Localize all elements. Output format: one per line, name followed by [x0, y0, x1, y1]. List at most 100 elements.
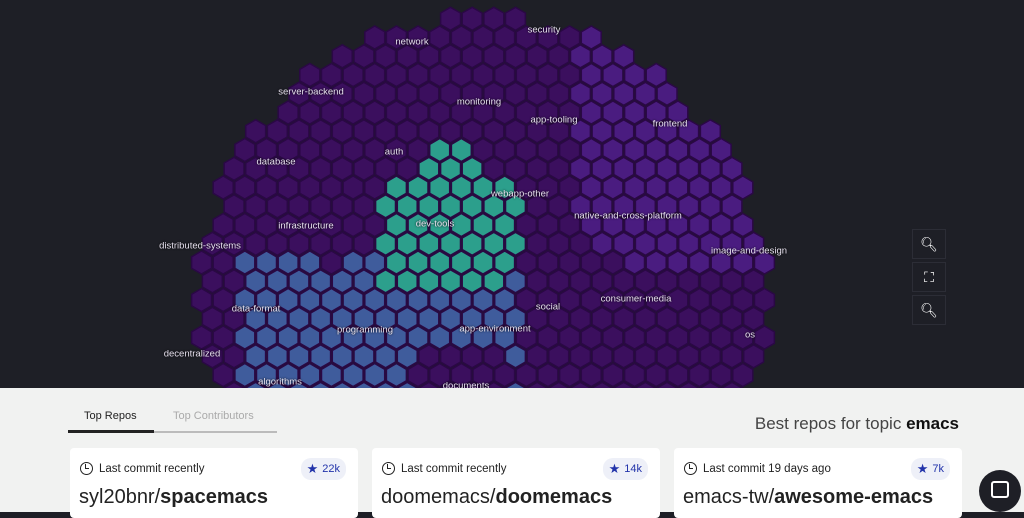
repo-hex[interactable]	[342, 250, 364, 275]
repo-hex[interactable]	[364, 100, 386, 125]
repo-hex[interactable]	[266, 193, 289, 219]
repo-hex[interactable]	[645, 325, 667, 350]
repo-hex[interactable]	[418, 43, 440, 69]
repo-hex[interactable]	[450, 287, 473, 313]
repo-hex[interactable]	[331, 231, 353, 257]
repo-hex[interactable]	[407, 362, 429, 388]
repo-hex[interactable]	[580, 62, 602, 88]
repo-hex[interactable]	[645, 175, 667, 200]
repo-hex[interactable]	[688, 212, 711, 238]
repo-hex[interactable]	[439, 156, 462, 182]
topic-label[interactable]: frontend	[653, 119, 688, 130]
repo-hex[interactable]	[580, 325, 602, 350]
repo-hex[interactable]	[526, 156, 548, 182]
repo-hex[interactable]	[483, 343, 505, 369]
repo-hex[interactable]	[299, 362, 321, 388]
repo-hex[interactable]	[255, 250, 278, 275]
repo-hex[interactable]	[710, 325, 732, 350]
repo-hex[interactable]	[602, 325, 624, 350]
repo-hex[interactable]	[699, 343, 722, 369]
repo-hex[interactable]	[742, 343, 765, 369]
topic-label[interactable]: algorithms	[258, 377, 302, 388]
repo-hex[interactable]	[407, 287, 429, 313]
repo-hex[interactable]	[504, 231, 527, 257]
repo-hex[interactable]	[320, 250, 343, 275]
repo-hex[interactable]	[364, 362, 386, 388]
repo-hex[interactable]	[634, 231, 657, 257]
repo-hex[interactable]	[645, 137, 667, 163]
repo-hex[interactable]	[223, 156, 245, 182]
repo-hex[interactable]	[623, 362, 646, 388]
repo-hex[interactable]	[623, 62, 646, 88]
repo-hex[interactable]	[493, 287, 516, 313]
topic-hex-map[interactable]: network security server-backend monitoring a…	[0, 0, 1024, 407]
repo-card[interactable]: Last commit recently ★ 22k syl20bnr/space…	[70, 448, 358, 518]
repo-hex[interactable]	[212, 175, 234, 200]
repo-hex[interactable]	[244, 231, 267, 257]
repo-hex[interactable]	[309, 268, 332, 294]
repo-hex[interactable]	[266, 268, 289, 294]
repo-hex[interactable]	[331, 118, 353, 144]
repo-hex[interactable]	[439, 343, 462, 369]
repo-hex[interactable]	[428, 62, 451, 88]
repo-hex[interactable]	[483, 231, 505, 257]
repo-hex[interactable]	[591, 231, 613, 257]
repo-card[interactable]: Last commit 19 days ago ★ 7k emacs-tw/awe…	[674, 448, 962, 518]
repo-hex[interactable]	[342, 137, 364, 163]
repo-hex[interactable]	[667, 362, 689, 388]
repo-hex[interactable]	[288, 343, 310, 369]
repo-hex[interactable]	[385, 175, 408, 200]
repo-hex[interactable]	[591, 156, 613, 182]
repo-hex[interactable]	[504, 118, 527, 144]
repo-hex[interactable]	[526, 343, 548, 369]
repo-hex[interactable]	[504, 268, 527, 294]
repo-hex[interactable]	[699, 118, 722, 144]
repo-hex[interactable]	[591, 81, 613, 107]
repo-hex[interactable]	[634, 343, 657, 369]
repo-hex[interactable]	[320, 175, 343, 200]
repo-hex[interactable]	[548, 268, 570, 294]
repo-hex[interactable]	[309, 156, 332, 182]
repo-hex[interactable]	[331, 268, 353, 294]
repo-hex[interactable]	[732, 362, 754, 388]
repo-hex[interactable]	[493, 25, 516, 50]
topic-label[interactable]: image-and-design	[711, 246, 787, 257]
repo-hex[interactable]	[342, 287, 364, 313]
repo-hex[interactable]	[688, 250, 711, 275]
repo-hex[interactable]	[742, 268, 765, 294]
repo-hex[interactable]	[255, 325, 278, 350]
repo-hex[interactable]	[493, 62, 516, 88]
repo-hex[interactable]	[558, 25, 581, 50]
repo-hex[interactable]	[623, 250, 646, 275]
repo-hex[interactable]	[721, 268, 743, 294]
repo-hex[interactable]	[688, 137, 711, 163]
repo-hex[interactable]	[548, 156, 570, 182]
repo-hex[interactable]	[396, 81, 418, 107]
repo-hex[interactable]	[569, 231, 592, 257]
repo-hex[interactable]	[385, 62, 408, 88]
repo-hex[interactable]	[613, 306, 635, 332]
repo-hex[interactable]	[439, 306, 462, 332]
repo-hex[interactable]	[374, 193, 397, 219]
repo-hex[interactable]	[309, 231, 332, 257]
repo-hex[interactable]	[548, 193, 570, 219]
repo-hex[interactable]	[428, 325, 451, 350]
repo-hex[interactable]	[710, 137, 732, 163]
repo-hex[interactable]	[483, 43, 505, 69]
repo-hex[interactable]	[277, 287, 299, 313]
repo-hex[interactable]	[483, 118, 505, 144]
repo-hex[interactable]	[472, 25, 494, 50]
repo-hex[interactable]	[439, 268, 462, 294]
repo-hex[interactable]	[396, 193, 418, 219]
repo-hex[interactable]	[461, 343, 483, 369]
repo-hex[interactable]	[418, 268, 440, 294]
repo-hex[interactable]	[472, 250, 494, 275]
repo-hex[interactable]	[342, 62, 364, 88]
repo-hex[interactable]	[374, 118, 397, 144]
repo-name-link[interactable]: emacs-tw/awesome-emacs	[683, 486, 933, 509]
repo-hex[interactable]	[364, 287, 386, 313]
repo-hex[interactable]	[667, 250, 689, 275]
repo-hex[interactable]	[234, 325, 256, 350]
repo-hex[interactable]	[504, 343, 527, 369]
repo-hex[interactable]	[288, 306, 310, 332]
